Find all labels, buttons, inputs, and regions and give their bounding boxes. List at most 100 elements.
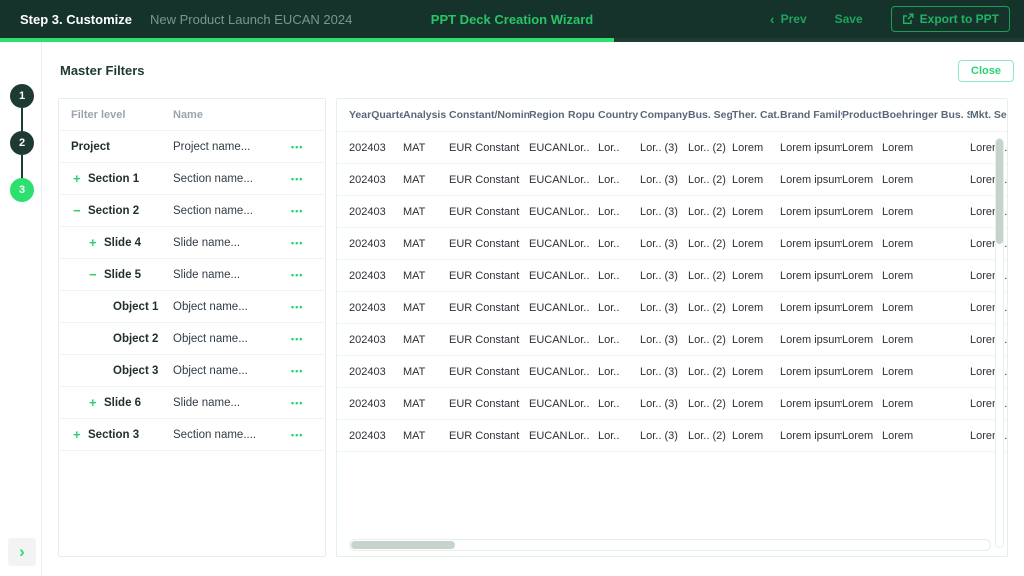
- expand-collapse-icon[interactable]: −: [73, 203, 88, 218]
- table-cell: Lor..: [598, 398, 640, 410]
- row-menu-icon[interactable]: •••: [291, 238, 325, 248]
- table-row: 202403MATEUR ConstantEUCANLor..Lor..Lor.…: [337, 196, 1007, 228]
- horizontal-scrollbar-thumb[interactable]: [351, 541, 455, 549]
- table-column-header: YearQuarter: [337, 109, 403, 121]
- table-cell: Lor.. (3): [640, 430, 688, 442]
- row-menu-icon[interactable]: •••: [291, 206, 325, 216]
- tree-row[interactable]: Project Project name... •••: [59, 131, 325, 163]
- table-cell: EUCAN: [529, 238, 568, 250]
- table-cell: Lorem: [732, 142, 780, 154]
- table-cell: Lor..: [598, 174, 640, 186]
- table-cell: Lorem: [842, 430, 882, 442]
- table-cell: EUR Constant: [449, 366, 529, 378]
- table-cell: MAT: [403, 270, 449, 282]
- table-cell: Lor.. (2): [688, 302, 732, 314]
- horizontal-scrollbar[interactable]: [349, 539, 991, 551]
- table-cell: Lorem ipsum: [780, 398, 842, 410]
- row-menu-icon[interactable]: •••: [291, 366, 325, 376]
- tree-row[interactable]: Object 1 Object name... •••: [59, 291, 325, 323]
- save-button[interactable]: Save: [835, 12, 863, 26]
- chevron-right-icon: ›: [19, 542, 25, 562]
- table-column-header: Ther. Cat.: [732, 109, 780, 121]
- tree-row-name-field[interactable]: Slide name...: [173, 397, 291, 409]
- vertical-scrollbar-thumb[interactable]: [996, 139, 1003, 244]
- table-cell: Lor..: [568, 206, 598, 218]
- tree-row-name-field[interactable]: Slide name...: [173, 237, 291, 249]
- expand-collapse-icon[interactable]: +: [89, 235, 104, 250]
- table-column-header: Ropu: [568, 109, 598, 121]
- tree-row[interactable]: + Section 1 Section name... •••: [59, 163, 325, 195]
- step-2-indicator[interactable]: 2: [10, 131, 34, 155]
- table-cell: Lorem: [732, 398, 780, 410]
- table-row: 202403MATEUR ConstantEUCANLor..Lor..Lor.…: [337, 388, 1007, 420]
- table-cell: MAT: [403, 174, 449, 186]
- top-bar: Step 3. Customize New Product Launch EUC…: [0, 0, 1024, 38]
- tree-row-label: Project: [71, 141, 110, 153]
- tree-row-label-cell: − Section 2: [59, 203, 173, 218]
- expand-collapse-icon[interactable]: +: [73, 171, 88, 186]
- expand-sidebar-button[interactable]: ›: [8, 538, 36, 566]
- tree-row-label: Slide 4: [104, 237, 141, 249]
- tree-row-name-field[interactable]: Section name...: [173, 205, 291, 217]
- table-cell: Lorem: [882, 366, 970, 378]
- table-cell: Lor..: [568, 174, 598, 186]
- export-to-ppt-button[interactable]: Export to PPT: [891, 6, 1010, 32]
- table-cell: Lor.. (2): [688, 174, 732, 186]
- table-cell: Lor..: [598, 302, 640, 314]
- row-menu-icon[interactable]: •••: [291, 270, 325, 280]
- tree-row-name-field[interactable]: Object name...: [173, 333, 291, 345]
- table-cell: 202403: [337, 206, 403, 218]
- table-column-header: Analysis: [403, 109, 449, 121]
- table-cell: 202403: [337, 302, 403, 314]
- row-menu-icon[interactable]: •••: [291, 334, 325, 344]
- table-cell: Lorem: [732, 302, 780, 314]
- tree-row[interactable]: + Slide 4 Slide name... •••: [59, 227, 325, 259]
- table-cell: Lorem: [842, 238, 882, 250]
- table-cell: EUCAN: [529, 366, 568, 378]
- table-row: 202403MATEUR ConstantEUCANLor..Lor..Lor.…: [337, 420, 1007, 452]
- table-cell: Lorem ipsum: [780, 174, 842, 186]
- tree-row-name-field[interactable]: Object name...: [173, 301, 291, 313]
- row-menu-icon[interactable]: •••: [291, 430, 325, 440]
- table-column-header: Brand Family: [780, 109, 842, 121]
- tree-row-label-cell: Object 1: [59, 301, 173, 313]
- row-menu-icon[interactable]: •••: [291, 302, 325, 312]
- tree-row-name-field[interactable]: Section name....: [173, 429, 291, 441]
- tree-row[interactable]: Object 2 Object name... •••: [59, 323, 325, 355]
- tree-row[interactable]: − Section 2 Section name... •••: [59, 195, 325, 227]
- table-cell: Lorem: [882, 334, 970, 346]
- table-cell: EUR Constant: [449, 398, 529, 410]
- filter-tree-panel: Filter level Name Project Project name..…: [58, 98, 326, 557]
- expand-collapse-icon[interactable]: +: [89, 395, 104, 410]
- table-cell: Lor..: [568, 398, 598, 410]
- tree-row-label: Slide 6: [104, 397, 141, 409]
- expand-collapse-icon[interactable]: −: [89, 267, 104, 282]
- close-button[interactable]: Close: [958, 60, 1014, 82]
- tree-row-name-field[interactable]: Slide name...: [173, 269, 291, 281]
- tree-row-name-field[interactable]: Project name...: [173, 141, 291, 153]
- row-menu-icon[interactable]: •••: [291, 398, 325, 408]
- prev-button[interactable]: ‹ Prev: [770, 12, 807, 26]
- row-menu-icon[interactable]: •••: [291, 142, 325, 152]
- tree-row[interactable]: + Slide 6 Slide name... •••: [59, 387, 325, 419]
- step-1-indicator[interactable]: 1: [10, 84, 34, 108]
- vertical-scrollbar[interactable]: [995, 138, 1004, 548]
- tree-row-name-field[interactable]: Object name...: [173, 365, 291, 377]
- table-cell: 202403: [337, 142, 403, 154]
- table-cell: Lor.. (2): [688, 270, 732, 282]
- tree-row-label-cell: Project: [59, 141, 173, 153]
- tree-row[interactable]: − Slide 5 Slide name... •••: [59, 259, 325, 291]
- expand-collapse-icon[interactable]: +: [73, 427, 88, 442]
- table-column-header: Region: [529, 109, 568, 121]
- tree-row[interactable]: Object 3 Object name... •••: [59, 355, 325, 387]
- table-cell: EUCAN: [529, 142, 568, 154]
- step-3-indicator[interactable]: 3: [10, 178, 34, 202]
- tree-row-name-field[interactable]: Section name...: [173, 173, 291, 185]
- table-cell: Lorem: [732, 334, 780, 346]
- row-menu-icon[interactable]: •••: [291, 174, 325, 184]
- tree-row-label: Slide 5: [104, 269, 141, 281]
- table-cell: Lor..: [598, 206, 640, 218]
- table-cell: Lor..: [598, 238, 640, 250]
- table-row: 202403MATEUR ConstantEUCANLor..Lor..Lor.…: [337, 292, 1007, 324]
- tree-row[interactable]: + Section 3 Section name.... •••: [59, 419, 325, 451]
